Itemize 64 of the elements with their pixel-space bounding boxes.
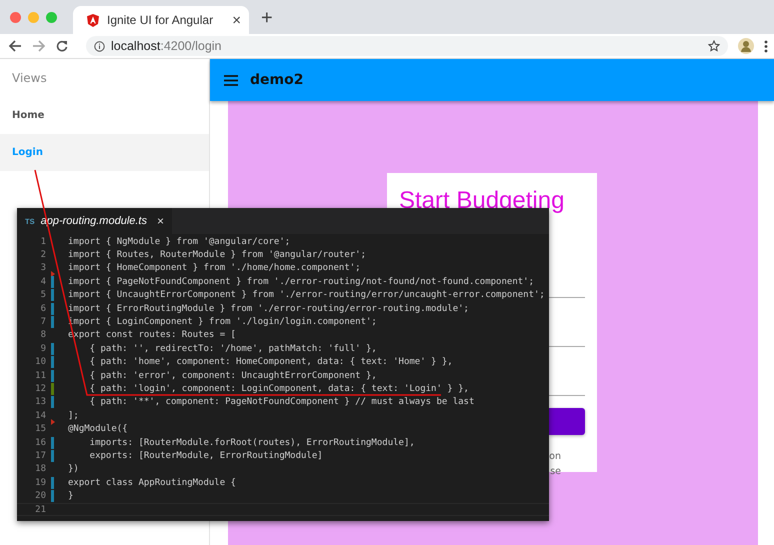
sidebar-header: Views [11, 70, 48, 87]
code-line: import { UncaughtErrorComponent } from './error-routing/error/uncaught-error.component'; [68, 290, 545, 300]
code-line: { path: 'login', component: LoginComponent, data: { text: 'Login' } }, [88, 384, 469, 394]
line-number: 8 [40, 330, 46, 340]
line-number: 16 [34, 438, 46, 448]
line-number: 11 [34, 370, 46, 381]
code-line: export class AppRoutingModule { [68, 478, 236, 488]
line-number: 21 [34, 504, 46, 514]
menu-icon[interactable] [224, 74, 238, 86]
code-line: { path: 'home', component: HomeComponent, data: { text: 'Home' } }, [88, 357, 453, 368]
close-window-button[interactable] [10, 12, 21, 22]
code-line: imports: [RouterModule.forRoot(routes), ErrorRoutingModule], [88, 438, 415, 448]
maximize-window-button[interactable] [46, 12, 57, 22]
card-text: on [548, 450, 561, 464]
line-number: 3 [40, 263, 46, 274]
line-number: 6 [40, 304, 46, 314]
line-number: 14 [34, 410, 46, 421]
line-number: 9 [40, 344, 46, 354]
new-tab-button[interactable]: + [261, 7, 273, 30]
code-line: import { ErrorRoutingModule } from './error-routing/error-routing.module'; [68, 304, 469, 314]
card-title: Start Budgeting [399, 187, 566, 215]
code-line: exports: [RouterModule, ErrorRoutingModule] [88, 450, 323, 461]
close-tab-button[interactable]: × [153, 214, 164, 228]
app-title: demo2 [250, 72, 304, 88]
line-number: 18 [34, 464, 46, 474]
line-number: 5 [40, 290, 46, 300]
line-number: 1 [40, 236, 46, 247]
star-icon[interactable] [708, 40, 720, 52]
code-line: import { Routes, RouterModule } from '@angular/router'; [68, 250, 366, 260]
line-number: 10 [34, 357, 46, 368]
line-number: 19 [34, 478, 46, 488]
sidebar-item[interactable]: Home [0, 97, 209, 134]
code-line: { path: 'error', component: UncaughtErrorComponent }, [88, 370, 377, 381]
minimize-window-button[interactable] [28, 12, 39, 22]
line-number: 4 [40, 276, 46, 287]
code-line: } [68, 491, 74, 502]
code-line: { path: '', redirectTo: '/home', pathMatch: 'full' }, [88, 344, 377, 354]
forward-icon[interactable] [32, 40, 46, 52]
card-text: se [549, 465, 561, 479]
line-number: 2 [40, 250, 46, 260]
avatar-icon[interactable] [738, 38, 754, 54]
shield-icon [87, 14, 99, 26]
line-number: 13 [34, 397, 46, 408]
address-bar[interactable]: localhost:4200/login [86, 36, 728, 56]
url-text: localhost:4200/login [111, 39, 222, 53]
browser-tab[interactable]: Ignite UI for Angular × [73, 6, 249, 34]
line-number: 15 [34, 424, 46, 434]
reload-icon[interactable] [56, 40, 68, 52]
line-number: 7 [40, 317, 46, 328]
line-number: 17 [34, 450, 46, 461]
code-line: }) [68, 464, 79, 474]
submit-button[interactable] [549, 408, 585, 435]
info-icon [94, 40, 105, 52]
code-line: import { HomeComponent } from './home/home.component'; [68, 263, 361, 274]
menu-icon[interactable] [764, 40, 768, 52]
back-icon[interactable] [8, 40, 22, 52]
code-line: ]; [68, 410, 79, 421]
code-line: import { NgModule } from '@angular/core'; [68, 236, 290, 247]
line-number: 20 [34, 491, 46, 502]
code-line: import { PageNotFoundComponent } from './error-routing/not-found/not-found.component'; [68, 276, 534, 287]
line-number: 12 [34, 384, 46, 394]
close-tab-button[interactable]: × [232, 12, 241, 28]
code-line: { path: '**', component: PageNotFoundComponent } // must always be last [88, 397, 474, 408]
code-line: @NgModule({ [68, 424, 128, 434]
